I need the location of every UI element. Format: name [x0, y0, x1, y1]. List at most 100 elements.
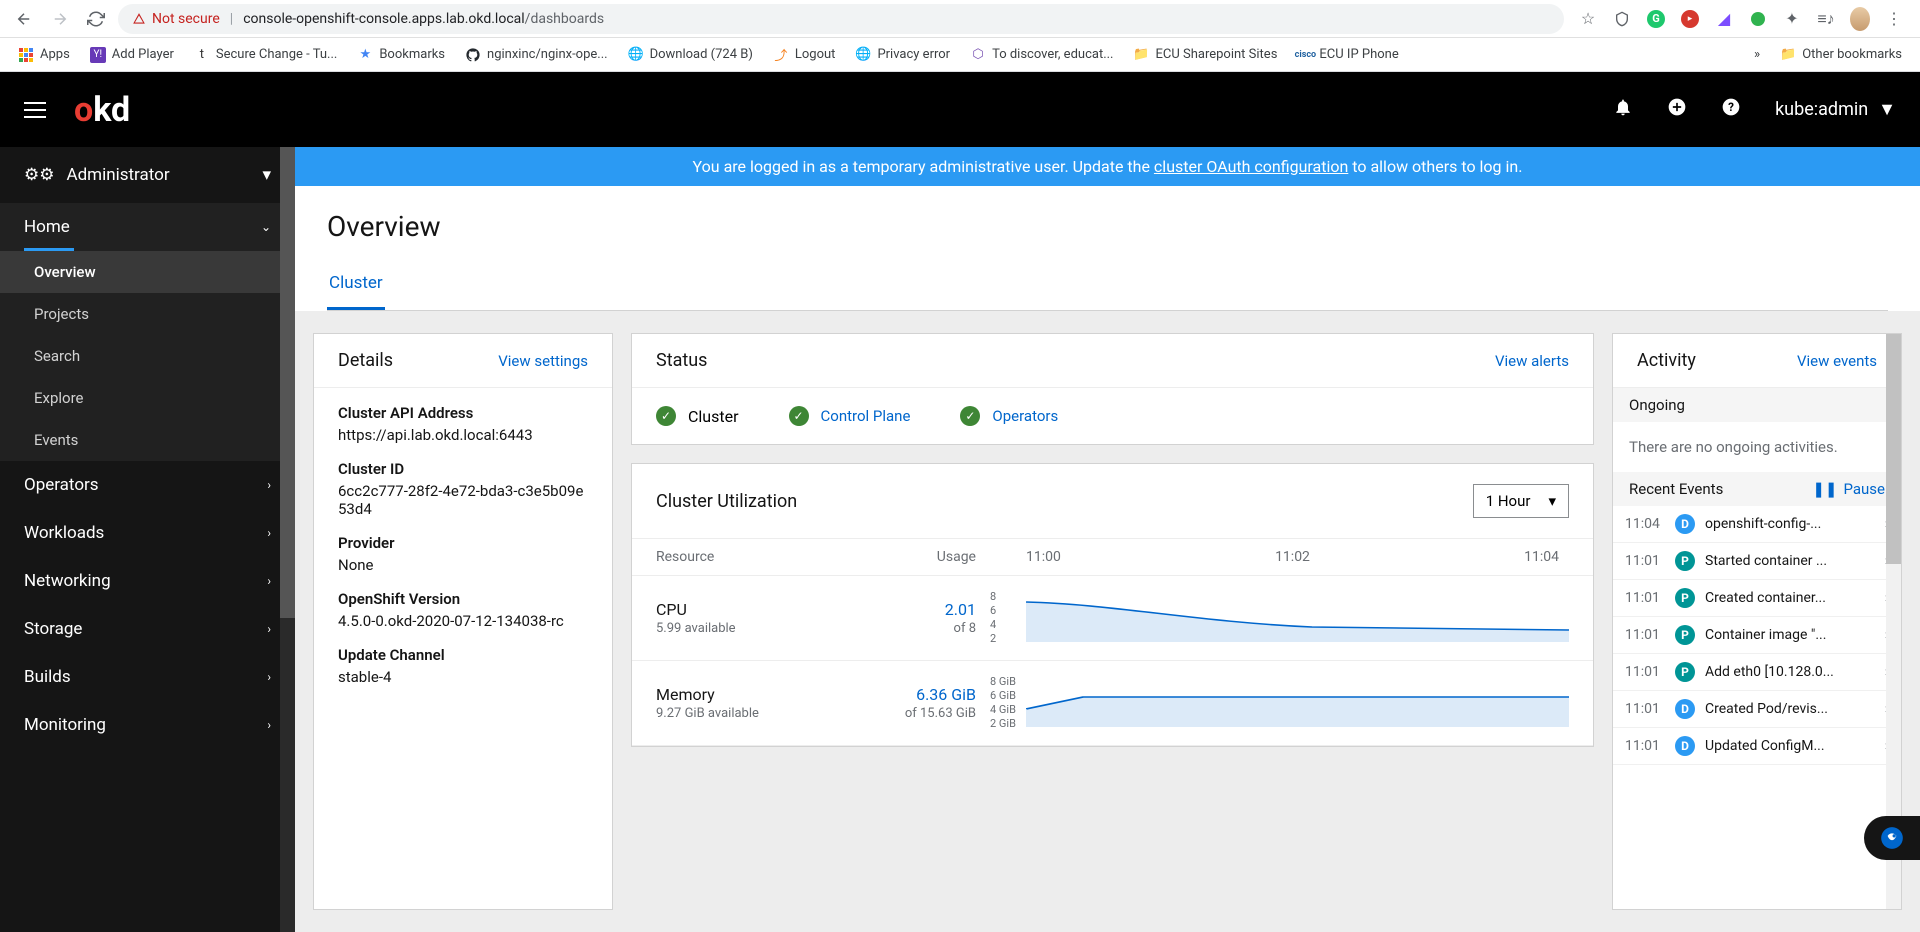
- ext-icon[interactable]: G: [1646, 9, 1666, 29]
- user-menu[interactable]: kube:admin ▼: [1775, 99, 1896, 120]
- check-circle-icon: ✓: [960, 406, 980, 426]
- oauth-config-link[interactable]: cluster OAuth configuration: [1154, 157, 1348, 176]
- chevron-right-icon: ›: [267, 478, 271, 492]
- detail-value: 6cc2c777-28f2-4e72-bda3-c3e5b09e53d4: [338, 482, 588, 518]
- usage-link[interactable]: 6.36 GiB: [876, 685, 976, 704]
- resource-badge: D: [1675, 514, 1695, 534]
- detail-label: Cluster API Address: [338, 404, 588, 422]
- other-bookmarks[interactable]: 📁Other bookmarks: [1772, 43, 1910, 66]
- recent-events-header: Recent Events ❚❚ Pause: [1613, 472, 1901, 506]
- bookmark-item[interactable]: ciscoECU IP Phone: [1289, 43, 1406, 67]
- bookmark-item[interactable]: tSecure Change - Tu...: [186, 43, 345, 67]
- status-item: ✓Cluster: [656, 406, 739, 426]
- bookmark-item[interactable]: ⤴Logout: [765, 43, 844, 67]
- apps-shortcut[interactable]: Apps: [10, 43, 78, 67]
- toolbar-actions: ☆ G ▸ ◢ ✦ ≡♪ ⋮: [1572, 9, 1910, 29]
- nav-monitoring[interactable]: Monitoring›: [0, 701, 295, 749]
- chat-launcher[interactable]: [1864, 816, 1920, 860]
- tab-cluster[interactable]: Cluster: [327, 263, 385, 310]
- nav-networking[interactable]: Networking›: [0, 557, 295, 605]
- nav-storage[interactable]: Storage›: [0, 605, 295, 653]
- nav-search[interactable]: Search: [0, 335, 295, 377]
- bookmark-item[interactable]: ⬡To discover, educat...: [962, 43, 1121, 67]
- detail-label: Cluster ID: [338, 460, 588, 478]
- view-events-link[interactable]: View events: [1797, 352, 1877, 370]
- svg-text:?: ?: [1728, 100, 1734, 114]
- sidebar-scrollbar[interactable]: [280, 147, 295, 932]
- event-row[interactable]: 11:01 P Started container ... ›: [1613, 543, 1901, 580]
- check-circle-icon: ✓: [789, 406, 809, 426]
- nav-home[interactable]: Home ⌄: [0, 203, 295, 251]
- chevron-right-icon: ›: [267, 526, 271, 540]
- pause-icon: ❚❚: [1812, 480, 1837, 498]
- page-title: Overview: [327, 210, 1888, 243]
- event-row[interactable]: 11:01 D Created Pod/revis... ›: [1613, 691, 1901, 728]
- back-button[interactable]: [10, 5, 38, 33]
- event-row[interactable]: 11:01 D Updated ConfigM... ›: [1613, 728, 1901, 765]
- oauth-banner: You are logged in as a temporary adminis…: [295, 147, 1920, 186]
- nav-explore[interactable]: Explore: [0, 377, 295, 419]
- forward-button[interactable]: [46, 5, 74, 33]
- nav-projects[interactable]: Projects: [0, 293, 295, 335]
- utilization-card: Cluster Utilization 1 Hour ▾ Resource Us…: [631, 463, 1594, 747]
- ext-icon[interactable]: ▸: [1680, 9, 1700, 29]
- ongoing-empty: There are no ongoing activities.: [1613, 422, 1901, 472]
- star-icon[interactable]: ☆: [1578, 9, 1598, 29]
- nav-workloads[interactable]: Workloads›: [0, 509, 295, 557]
- bookmark-item[interactable]: 🌐Privacy error: [847, 43, 958, 67]
- bookmark-item[interactable]: ★Bookmarks: [349, 43, 453, 67]
- status-title: Status: [656, 350, 707, 371]
- time-range-dropdown[interactable]: 1 Hour ▾: [1473, 484, 1569, 518]
- bookmarks-overflow[interactable]: »: [1754, 47, 1760, 62]
- bookmark-item[interactable]: 🌐Download (724 B): [620, 43, 761, 67]
- nav-overview[interactable]: Overview: [0, 251, 295, 293]
- status-item[interactable]: ✓Operators: [960, 406, 1058, 426]
- playlist-icon[interactable]: ≡♪: [1816, 9, 1836, 29]
- event-row[interactable]: 11:04 D openshift-config-... ›: [1613, 506, 1901, 543]
- shield-icon[interactable]: [1612, 9, 1632, 29]
- help-icon[interactable]: ?: [1721, 97, 1741, 122]
- pause-button[interactable]: ❚❚ Pause: [1812, 480, 1885, 498]
- details-title: Details: [338, 350, 393, 371]
- bookmark-item[interactable]: nginxinc/nginx-ope...: [457, 43, 616, 67]
- profile-avatar[interactable]: [1850, 9, 1870, 29]
- ext-icon[interactable]: [1748, 9, 1768, 29]
- nav-toggle[interactable]: [24, 97, 46, 123]
- extensions-icon[interactable]: ✦: [1782, 9, 1802, 29]
- resource-badge: P: [1675, 551, 1695, 571]
- perspective-switcher[interactable]: ⚙⚙ Administrator ▾: [0, 147, 295, 203]
- address-bar[interactable]: Not secure | console-openshift-console.a…: [118, 4, 1564, 34]
- event-row[interactable]: 11:01 P Created container... ›: [1613, 580, 1901, 617]
- activity-title: Activity: [1637, 350, 1696, 371]
- plus-circle-icon[interactable]: [1667, 97, 1687, 122]
- nav-events[interactable]: Events: [0, 419, 295, 461]
- event-row[interactable]: 11:01 P Container image "... ›: [1613, 617, 1901, 654]
- event-row[interactable]: 11:01 P Add eth0 [10.128.0... ›: [1613, 654, 1901, 691]
- usage-link[interactable]: 2.01: [876, 600, 976, 619]
- view-settings-link[interactable]: View settings: [498, 352, 588, 370]
- logo[interactable]: okd: [74, 90, 130, 130]
- ext-icon[interactable]: ◢: [1714, 9, 1734, 29]
- view-alerts-link[interactable]: View alerts: [1495, 352, 1569, 370]
- detail-label: Update Channel: [338, 646, 588, 664]
- caret-down-icon: ▾: [262, 165, 271, 185]
- bookmarks-bar: Apps Y!Add Player tSecure Change - Tu...…: [0, 38, 1920, 72]
- bookmark-item[interactable]: 📁ECU Sharepoint Sites: [1126, 43, 1286, 67]
- main-content: You are logged in as a temporary adminis…: [295, 147, 1920, 932]
- utilization-row: Memory9.27 GiB available 6.36 GiBof 15.6…: [632, 661, 1593, 746]
- resource-badge: D: [1675, 736, 1695, 756]
- ongoing-header: Ongoing: [1613, 388, 1901, 422]
- check-circle-icon: ✓: [656, 406, 676, 426]
- detail-label: OpenShift Version: [338, 590, 588, 608]
- bookmark-item[interactable]: Y!Add Player: [82, 43, 182, 67]
- bell-icon[interactable]: [1613, 97, 1633, 122]
- browser-toolbar: Not secure | console-openshift-console.a…: [0, 0, 1920, 38]
- nav-builds[interactable]: Builds›: [0, 653, 295, 701]
- chevron-right-icon: ›: [267, 622, 271, 636]
- menu-icon[interactable]: ⋮: [1884, 9, 1904, 29]
- activity-card: Activity View events Ongoing There are n…: [1612, 333, 1902, 910]
- nav-operators[interactable]: Operators›: [0, 461, 295, 509]
- status-item[interactable]: ✓Control Plane: [789, 406, 911, 426]
- status-card: Status View alerts ✓Cluster ✓Control Plan…: [631, 333, 1594, 445]
- reload-button[interactable]: [82, 5, 110, 33]
